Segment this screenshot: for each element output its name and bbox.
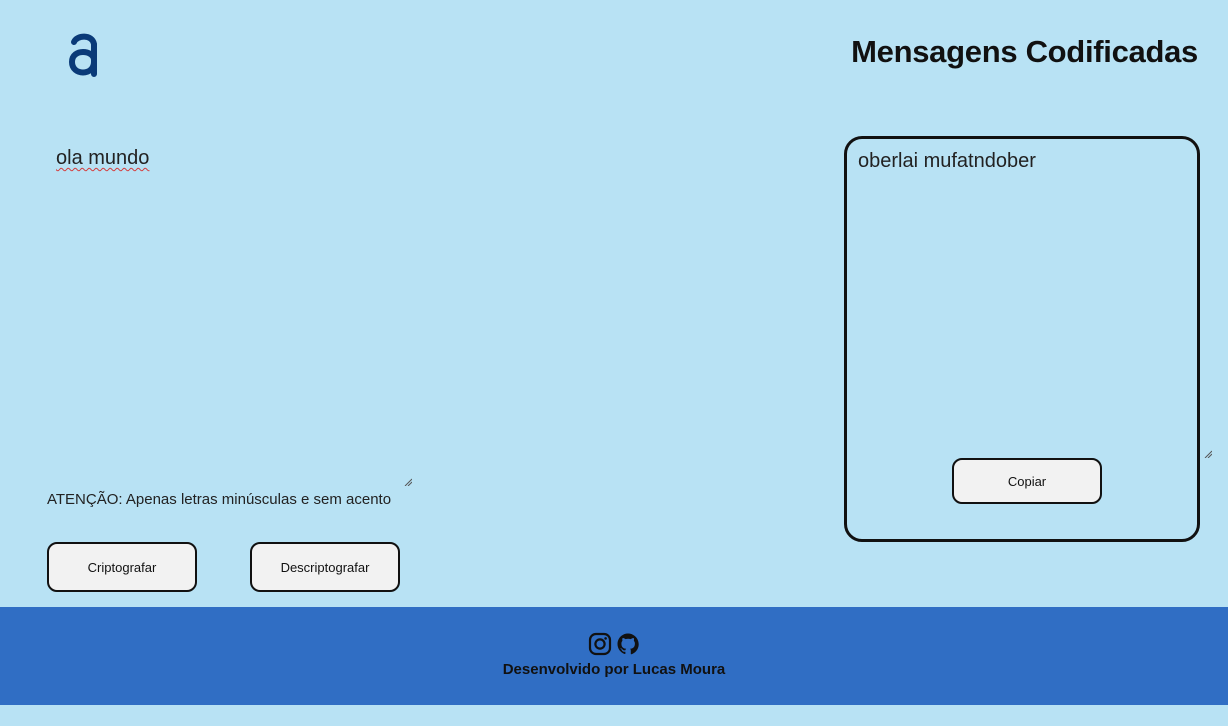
input-resize-grip-icon[interactable] — [404, 478, 412, 486]
warning-text: ATENÇÃO: Apenas letras minúsculas e sem … — [47, 491, 392, 508]
message-input[interactable]: ola mundo — [46, 138, 412, 488]
alura-logo-icon — [68, 33, 97, 77]
page-title: Mensagens Codificadas — [851, 34, 1198, 69]
message-input-text: ola mundo — [56, 147, 150, 169]
output-text[interactable]: oberlai mufatndober — [858, 150, 1036, 173]
decrypt-button[interactable]: Descriptografar — [250, 542, 400, 592]
copy-button[interactable]: Copiar — [952, 458, 1102, 504]
github-icon[interactable] — [616, 632, 640, 656]
footer-credit: Desenvolvido por Lucas Moura — [502, 661, 726, 678]
encrypt-button[interactable]: Criptografar — [47, 542, 197, 592]
instagram-icon[interactable] — [588, 632, 612, 656]
output-resize-grip-icon[interactable] — [1204, 450, 1212, 458]
footer-social-links — [588, 632, 640, 656]
footer: Desenvolvido por Lucas Moura — [0, 607, 1228, 705]
